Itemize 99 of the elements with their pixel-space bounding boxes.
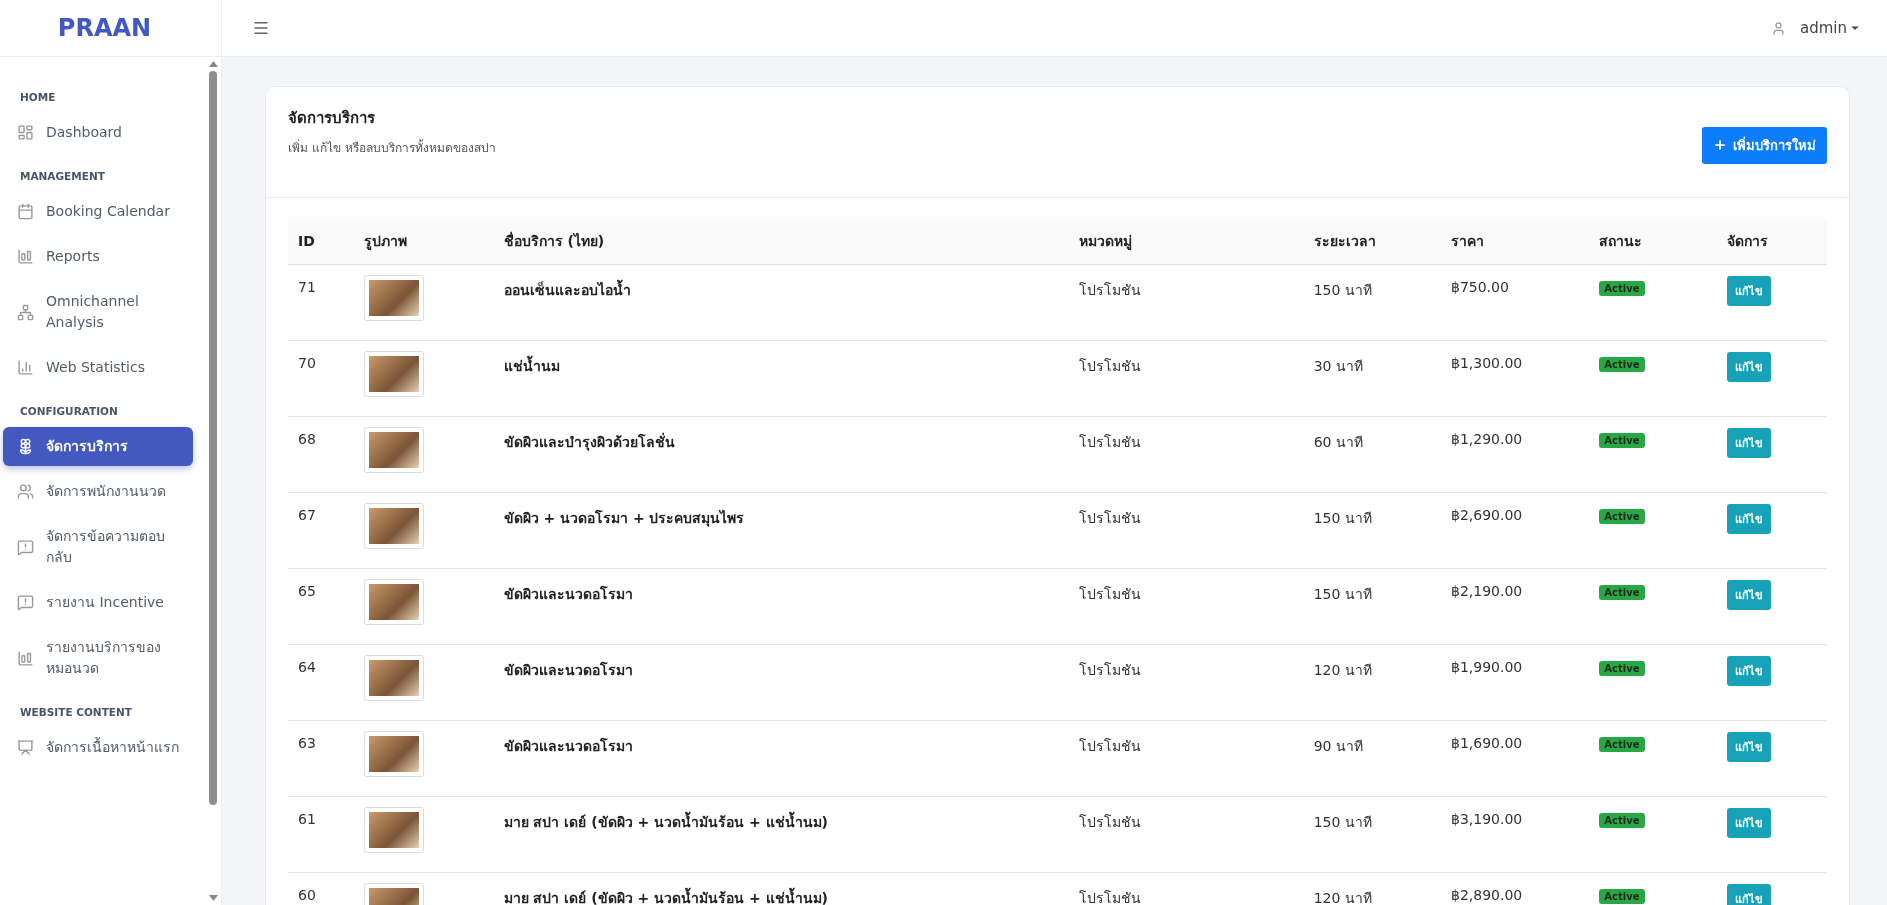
sidebar-item[interactable]: จัดการบริการ: [3, 427, 193, 466]
status-badge: Active: [1599, 508, 1645, 524]
user-icon: [1771, 20, 1786, 36]
table-cell: ขัดผิวและบำรุงผิวด้วยโลชั่น: [493, 416, 1069, 492]
table-cell: 63: [288, 720, 355, 796]
table-cell: ขัดผิวและนวดอโรมา: [493, 568, 1069, 644]
table-cell: ฿1,990.00: [1440, 644, 1590, 720]
sidebar-item[interactable]: Web Statistics: [3, 348, 193, 387]
column-header: สถานะ: [1589, 219, 1717, 264]
menu-item-icon: [17, 594, 34, 611]
status-badge: Active: [1599, 432, 1645, 448]
table-cell: โปรโมชัน: [1069, 796, 1304, 872]
menu-item-icon: [17, 739, 34, 756]
sidebar-item[interactable]: รายงานบริการของหมอนวด: [3, 628, 193, 688]
column-header: ราคา: [1440, 219, 1590, 264]
sidebar-item[interactable]: Dashboard: [3, 113, 193, 152]
table-cell: 150 นาที: [1303, 568, 1441, 644]
status-badge: Active: [1599, 660, 1645, 676]
table-cell: 60: [288, 872, 355, 905]
sidebar-item[interactable]: Omnichannel Analysis: [3, 282, 193, 342]
column-header: ID: [288, 219, 355, 264]
menu-item-icon: [17, 124, 34, 141]
menu-item-icon: [17, 438, 34, 455]
table-cell: โปรโมชัน: [1069, 568, 1304, 644]
status-badge: Active: [1599, 736, 1645, 752]
sidebar-item[interactable]: จัดการเนื้อหาหน้าแรก: [3, 728, 193, 767]
status-badge: Active: [1599, 280, 1645, 296]
section-title: HOME: [19, 90, 57, 105]
sidebar-item[interactable]: จัดการพนักงานนวด: [3, 472, 193, 511]
section-title: CONFIGURATION: [19, 404, 119, 419]
table-cell: 120 นาที: [1303, 872, 1441, 905]
menu-item-icon: [17, 538, 34, 556]
user-menu[interactable]: admin: [1800, 19, 1861, 37]
table-cell: ฿3,190.00: [1440, 796, 1590, 872]
table-cell: ฿2,890.00: [1440, 872, 1590, 905]
table-cell: 67: [288, 492, 355, 568]
table-cell: ฿2,190.00: [1440, 568, 1590, 644]
sidebar-item[interactable]: Reports: [3, 237, 193, 276]
scrollbar-thumb[interactable]: [209, 71, 217, 805]
table-cell: 120 นาที: [1303, 644, 1441, 720]
table-cell: 71: [288, 264, 355, 340]
menu-item-icon: [17, 483, 34, 500]
table-cell: ออนเซ็นและอบไอน้ำ: [493, 264, 1069, 340]
table-cell: ฿1,290.00: [1440, 416, 1590, 492]
table-cell: 64: [288, 644, 355, 720]
menu-item-icon: [17, 248, 34, 265]
column-header: รูปภาพ: [354, 219, 494, 264]
section-title: WEBSITE CONTENT: [19, 705, 133, 720]
table-cell: โปรโมชัน: [1069, 872, 1304, 905]
status-badge: Active: [1599, 356, 1645, 372]
sidebar-item[interactable]: รายงาน Incentive: [3, 583, 193, 622]
table-cell: โปรโมชัน: [1069, 720, 1304, 796]
table-cell: 90 นาที: [1303, 720, 1441, 796]
table-cell: 30 นาที: [1303, 340, 1441, 416]
table-cell: ขัดผิวและนวดอโรมา: [493, 644, 1069, 720]
scroll-down-icon[interactable]: [208, 895, 218, 901]
table-cell: 150 นาที: [1303, 492, 1441, 568]
table-cell: 60 นาที: [1303, 416, 1441, 492]
menu-icon[interactable]: [252, 19, 270, 37]
status-badge: Active: [1599, 584, 1645, 600]
menu-item-icon: [17, 203, 34, 220]
sidebar-item[interactable]: จัดการข้อความตอบกลับ: [3, 517, 193, 577]
column-header: ชื่อบริการ (ไทย): [493, 219, 1069, 264]
status-badge: Active: [1599, 812, 1645, 828]
table-cell: โปรโมชัน: [1069, 492, 1304, 568]
table-cell: ฿1,300.00: [1440, 340, 1590, 416]
card-title: จัดการบริการ: [288, 107, 376, 129]
table-cell: ฿2,690.00: [1440, 492, 1590, 568]
menu-item-icon: [17, 649, 34, 667]
plus-icon: [1713, 138, 1727, 152]
table-cell: ขัดผิวและนวดอโรมา: [493, 720, 1069, 796]
column-header: ระยะเวลา: [1303, 219, 1441, 264]
table-cell: ฿750.00: [1440, 264, 1590, 340]
table-cell: 150 นาที: [1303, 796, 1441, 872]
sidebar-item[interactable]: Booking Calendar: [3, 192, 193, 231]
scroll-up-icon[interactable]: [208, 61, 218, 67]
table-cell: มาย สปา เดย์ (ขัดผิว + นวดน้ำมันร้อน + แช่น้ำนม): [493, 796, 1069, 872]
column-header: หมวดหมู่: [1069, 219, 1304, 264]
table-cell: 150 นาที: [1303, 264, 1441, 340]
table-cell: โปรโมชัน: [1069, 416, 1304, 492]
table-cell: แช่น้ำนม: [493, 340, 1069, 416]
table-cell: 65: [288, 568, 355, 644]
column-header: จัดการ: [1716, 219, 1827, 264]
table-cell: ขัดผิว + นวดอโรมา + ประคบสมุนไพร: [493, 492, 1069, 568]
menu-item-icon: [17, 303, 34, 321]
table-cell: 61: [288, 796, 355, 872]
table-cell: 70: [288, 340, 355, 416]
table-cell: โปรโมชัน: [1069, 340, 1304, 416]
table-cell: โปรโมชัน: [1069, 644, 1304, 720]
table-cell: โปรโมชัน: [1069, 264, 1304, 340]
logo[interactable]: PRAAN: [57, 14, 152, 42]
status-badge: Active: [1599, 888, 1645, 904]
table-cell: 68: [288, 416, 355, 492]
table-cell: มาย สปา เดย์ (ขัดผิว + นวดน้ำมันร้อน + แช่น้ำนม): [493, 872, 1069, 905]
card-subtitle: เพิ่ม แก้ไข หรือลบบริการทั้งหมดของสปา: [288, 138, 496, 157]
section-title: MANAGEMENT: [19, 169, 106, 184]
menu-item-icon: [17, 359, 34, 376]
add-service-button[interactable]: เพิ่มบริการใหม่: [1702, 126, 1827, 164]
table-cell: ฿1,690.00: [1440, 720, 1590, 796]
